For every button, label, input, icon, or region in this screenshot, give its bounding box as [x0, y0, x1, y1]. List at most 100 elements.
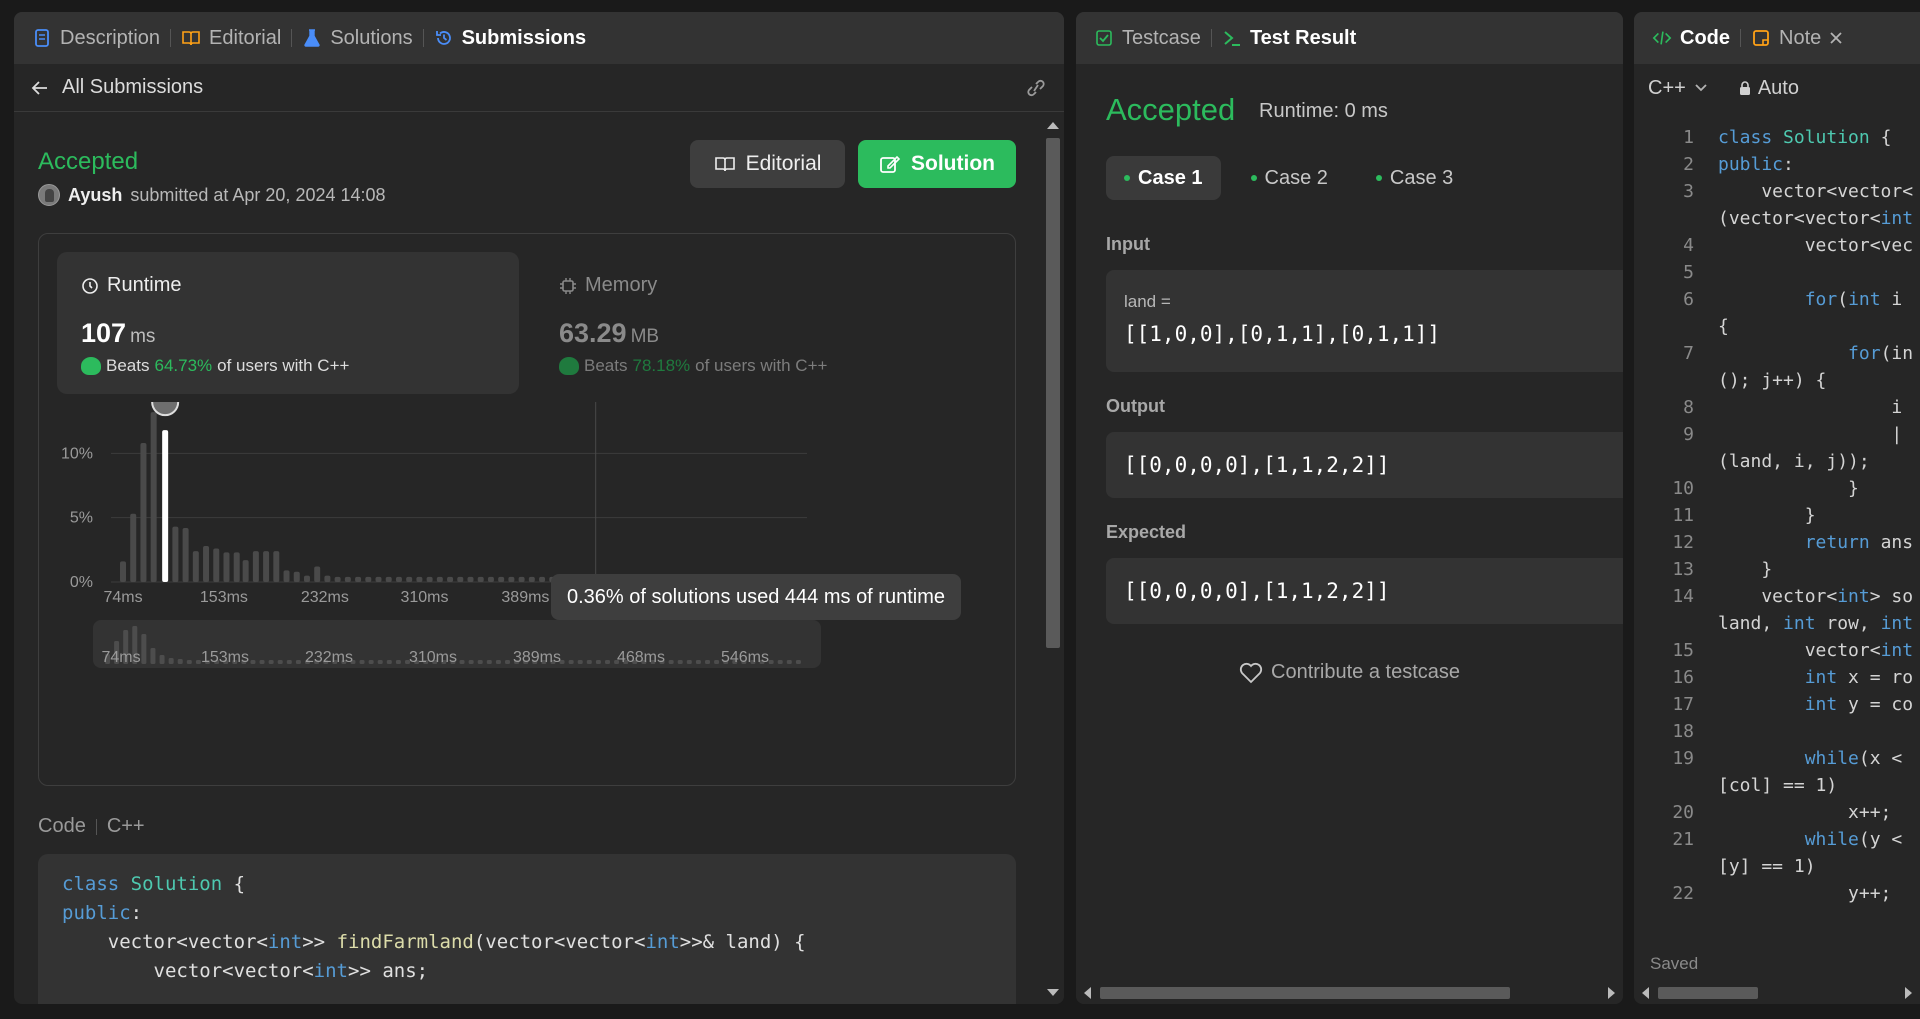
close-icon[interactable]	[1829, 31, 1843, 45]
chart-bar-current	[162, 430, 169, 582]
chart-bar	[172, 526, 179, 582]
contribute-testcase[interactable]: Contribute a testcase	[1076, 661, 1623, 684]
runtime-title-text: Runtime	[107, 274, 182, 296]
overview-bar	[686, 660, 692, 664]
editor-line: 11 }	[1634, 502, 1920, 529]
tab-editorial[interactable]: Editorial	[171, 12, 291, 64]
editor-line: 21 while(y <	[1634, 826, 1920, 853]
chart-bar	[385, 576, 392, 582]
tab-note[interactable]: Note	[1741, 12, 1853, 64]
tab-testcase[interactable]: Testcase	[1084, 12, 1211, 64]
pass-dot	[1250, 175, 1257, 181]
scroll-left-icon[interactable]	[1642, 987, 1649, 999]
scroll-right-icon[interactable]	[1905, 987, 1912, 999]
code-line: vector<vector<int>> ans;	[62, 960, 429, 982]
editor-line: 16 int x = ro	[1634, 664, 1920, 691]
tab-description[interactable]: Description	[22, 12, 170, 64]
tab-submissions[interactable]: Submissions	[424, 12, 596, 64]
overview-bar	[359, 660, 365, 664]
solution-button[interactable]: Solution	[858, 140, 1016, 188]
line-code: int x = ro	[1804, 667, 1914, 688]
editor-line: 9 |	[1634, 421, 1920, 448]
scroll-thumb[interactable]	[1658, 987, 1758, 999]
runtime-value: 107 ms	[81, 318, 155, 349]
runtime-beats: Beats 64.73% of users with C++	[81, 356, 349, 376]
line-code: }	[1718, 478, 1859, 499]
overview-tick-label: 389ms	[513, 649, 561, 666]
memory-card[interactable]: Memory 63.29 MB Beats 78.18% of users wit…	[535, 252, 997, 394]
chart-tooltip: 0.36% of solutions used 444 ms of runtim…	[551, 574, 961, 620]
overview-tick-label: 546ms	[721, 649, 769, 666]
arrow-left-icon[interactable]	[30, 78, 50, 98]
overview-bar	[159, 655, 165, 664]
overview-bar	[368, 660, 374, 664]
expected-box[interactable]: [[0,0,0,0],[1,1,2,2]]	[1106, 558, 1623, 624]
editorial-button[interactable]: Editorial	[690, 140, 845, 188]
chart-bar	[252, 551, 259, 582]
avatar[interactable]	[38, 184, 60, 206]
tab-test-result[interactable]: Test Result	[1212, 12, 1366, 64]
x-tick-label: 310ms	[400, 589, 448, 606]
chart-bar	[457, 576, 464, 582]
editor-line: 5	[1634, 259, 1920, 286]
code-icon	[1652, 31, 1672, 45]
scroll-down-icon[interactable]	[1047, 989, 1059, 996]
all-submissions-link[interactable]: All Submissions	[62, 76, 203, 99]
line-number	[1634, 772, 1694, 799]
test-result-panel: Testcase Test Result Accepted Runtime: 0…	[1076, 12, 1623, 1004]
overview-bar	[459, 660, 465, 664]
chart-bar	[324, 575, 331, 582]
expected-value: [[0,0,0,0],[1,1,2,2]]	[1124, 579, 1390, 603]
chip-icon	[560, 277, 576, 294]
line-number: 2	[1683, 154, 1694, 175]
result-runtime: Runtime: 0 ms	[1259, 100, 1388, 122]
code-editor[interactable]: 1 class Solution {2 public: 3 vector<vector…	[1634, 124, 1920, 924]
editor-horizontal-scrollbar[interactable]	[1634, 982, 1920, 1004]
line-number	[1634, 853, 1694, 880]
overview-bar	[486, 660, 492, 664]
line-number: 17	[1672, 694, 1694, 715]
username[interactable]: Ayush	[68, 185, 122, 206]
chart-bar	[233, 552, 240, 582]
case-tab-1[interactable]: Case 1	[1106, 156, 1221, 200]
overview-bar	[786, 660, 792, 664]
mid-horizontal-scrollbar[interactable]	[1076, 982, 1623, 1004]
tab-label: Submissions	[461, 26, 587, 49]
solution-button-label: Solution	[911, 152, 995, 175]
tab-solutions[interactable]: Solutions	[292, 12, 422, 64]
line-number	[1634, 448, 1694, 475]
chart-bar	[416, 576, 423, 582]
language-select[interactable]: C++	[1648, 77, 1708, 100]
case-tab-3[interactable]: Case 3	[1358, 156, 1471, 200]
chevron-down-icon	[1695, 84, 1707, 92]
scroll-thumb[interactable]	[1046, 138, 1060, 648]
overview-bar	[259, 660, 265, 664]
line-number: 6	[1683, 289, 1694, 310]
chart-bar	[150, 412, 157, 582]
runtime-card[interactable]: Runtime 107 ms Beats 64.73% of users with…	[57, 252, 519, 394]
input-box[interactable]: land = [[1,0,0],[0,1,1],[0,1,1]]	[1106, 270, 1623, 372]
language-value: C++	[1648, 76, 1686, 99]
right-tabbar: Code Note	[1634, 12, 1920, 64]
link-icon[interactable]	[1024, 78, 1048, 98]
chart-bar	[498, 576, 505, 582]
scroll-left-icon[interactable]	[1084, 987, 1091, 999]
tab-code[interactable]: Code	[1642, 12, 1740, 64]
code-line: vector<vector<int>> findFarmland(vector<…	[62, 931, 806, 953]
scroll-right-icon[interactable]	[1608, 987, 1615, 999]
tab-label: Solutions	[330, 26, 413, 49]
tab-label: Description	[60, 26, 161, 49]
left-scrollbar[interactable]	[1042, 112, 1064, 1004]
line-code: (vector<vector<int	[1718, 208, 1914, 229]
overview-bar	[250, 660, 256, 664]
editor-line: 19 while(x <	[1634, 745, 1920, 772]
output-box[interactable]: [[0,0,0,0],[1,1,2,2]]	[1106, 432, 1623, 498]
case-tab-2[interactable]: Case 2	[1233, 156, 1346, 200]
editor-line: [y] == 1)	[1634, 853, 1920, 880]
chart-bar	[518, 576, 525, 582]
scroll-up-icon[interactable]	[1047, 122, 1059, 129]
autocomplete-mode[interactable]: Auto	[1738, 77, 1799, 100]
submitted-code[interactable]: class Solution {public: vector<vector<in…	[38, 854, 1016, 1004]
scroll-thumb[interactable]	[1100, 987, 1510, 999]
overview-bar	[705, 660, 710, 664]
